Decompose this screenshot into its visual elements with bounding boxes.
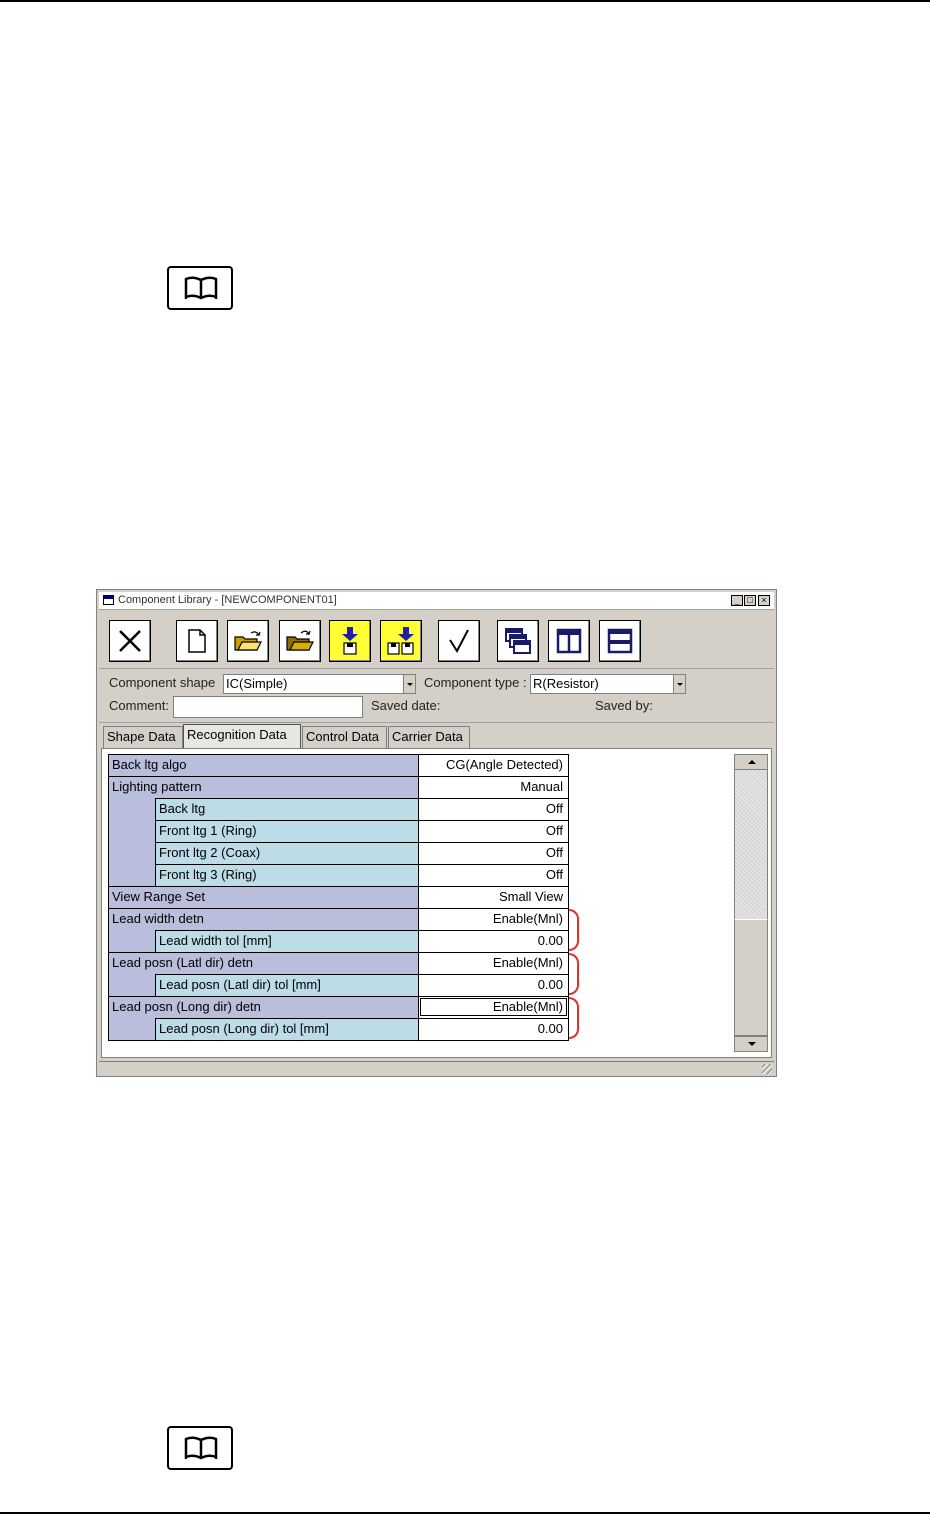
grid-row-name: Lead posn (Latl dir) detn bbox=[108, 952, 418, 974]
comment-label: Comment: bbox=[109, 698, 169, 713]
grid-row-name: Back ltg algo bbox=[108, 754, 418, 776]
component-shape-label: Component shape bbox=[109, 675, 216, 690]
grid-row[interactable]: Lead posn (Latl dir) tol [mm] 0.00 bbox=[108, 974, 569, 996]
grid-row-name: Front ltg 3 (Ring) bbox=[155, 864, 418, 886]
saved-by-label: Saved by: bbox=[595, 698, 653, 713]
title-bar: Component Library - [NEWCOMPONENT01] _ □… bbox=[99, 592, 774, 610]
new-file-icon bbox=[188, 629, 206, 653]
grid-row-value[interactable]: 0.00 bbox=[418, 1018, 569, 1040]
highlight-bracket bbox=[569, 953, 579, 995]
grid-row-value[interactable]: Manual bbox=[418, 776, 569, 798]
component-form: Component shape IC(Simple) Component typ… bbox=[99, 670, 774, 723]
save-all-button[interactable] bbox=[380, 620, 422, 662]
grid-row[interactable]: Lead posn (Long dir) tol [mm] 0.00 bbox=[108, 1018, 569, 1040]
scroll-thumb[interactable] bbox=[734, 919, 768, 1036]
grid-row[interactable]: Lead posn (Latl dir) detn Enable(Mnl) bbox=[108, 952, 569, 974]
toolbar bbox=[99, 612, 774, 669]
highlight-bracket bbox=[569, 997, 579, 1039]
open-folder-alt-button[interactable] bbox=[279, 620, 321, 662]
grid-row-value[interactable]: Off bbox=[418, 864, 569, 886]
grid-row[interactable]: Back ltg algo CG(Angle Detected) bbox=[108, 754, 569, 776]
tab-carrier-data[interactable]: Carrier Data bbox=[388, 726, 470, 748]
grid-row-name: View Range Set bbox=[108, 886, 418, 908]
comment-input[interactable] bbox=[173, 696, 363, 718]
component-shape-value: IC(Simple) bbox=[226, 676, 288, 691]
grid-row-value[interactable]: 0.00 bbox=[418, 974, 569, 996]
grid-row-value[interactable]: Off bbox=[418, 842, 569, 864]
saved-date-label: Saved date: bbox=[371, 698, 441, 713]
recognition-data-panel: Back ltg algo CG(Angle Detected) Lighting … bbox=[101, 748, 772, 1058]
grid-row-name: Lead posn (Long dir) tol [mm] bbox=[155, 1018, 418, 1040]
grid-row[interactable]: Lead width tol [mm] 0.00 bbox=[108, 930, 569, 952]
grid-row[interactable]: Lead posn (Long dir) detn Enable(Mnl) bbox=[108, 996, 569, 1018]
app-window-icon bbox=[103, 595, 114, 605]
component-library-window: Component Library - [NEWCOMPONENT01] _ □… bbox=[96, 589, 777, 1077]
tab-control-data[interactable]: Control Data bbox=[302, 726, 387, 748]
check-icon bbox=[449, 629, 469, 653]
chevron-down-icon[interactable] bbox=[403, 675, 415, 693]
grid-row-name: Lead width tol [mm] bbox=[155, 930, 418, 952]
grid-row-name: Lighting pattern bbox=[108, 776, 418, 798]
grid-row-value[interactable]: Enable(Mnl) bbox=[418, 952, 569, 974]
status-bar bbox=[99, 1061, 774, 1075]
book-reference-icon bbox=[167, 1426, 233, 1470]
grid-row[interactable]: Front ltg 3 (Ring) Off bbox=[108, 864, 569, 886]
tab-recognition-data[interactable]: Recognition Data bbox=[183, 724, 301, 749]
cascade-windows-button[interactable] bbox=[497, 620, 539, 662]
close-tool-button[interactable] bbox=[109, 620, 151, 662]
maximize-button[interactable]: □ bbox=[744, 595, 756, 606]
component-type-label: Component type : bbox=[424, 675, 527, 690]
vertical-scrollbar[interactable] bbox=[734, 754, 768, 1052]
window-title: Component Library - [NEWCOMPONENT01] bbox=[118, 594, 337, 606]
scroll-up-button[interactable] bbox=[734, 754, 768, 770]
component-type-value: R(Resistor) bbox=[533, 676, 599, 691]
grid-row-name: Front ltg 2 (Coax) bbox=[155, 842, 418, 864]
close-window-button[interactable]: × bbox=[758, 595, 770, 606]
page-bottom-rule bbox=[0, 1512, 930, 1514]
tab-shape-data[interactable]: Shape Data bbox=[103, 726, 183, 748]
grid-row[interactable]: Front ltg 1 (Ring) Off bbox=[108, 820, 569, 842]
grid-row[interactable]: Front ltg 2 (Coax) Off bbox=[108, 842, 569, 864]
grid-row-value[interactable]: Small View bbox=[418, 886, 569, 908]
component-type-select[interactable]: R(Resistor) bbox=[530, 674, 686, 694]
chevron-down-icon[interactable] bbox=[673, 675, 685, 693]
grid-row-name: Lead posn (Long dir) detn bbox=[108, 996, 418, 1018]
grid-row-name: Lead width detn bbox=[108, 908, 418, 930]
grid-row[interactable]: View Range Set Small View bbox=[108, 886, 569, 908]
grid-row-value[interactable]: Off bbox=[418, 820, 569, 842]
tile-horizontal-icon bbox=[607, 628, 633, 654]
save-icon bbox=[342, 627, 358, 655]
resize-grip-icon[interactable] bbox=[762, 1064, 772, 1074]
grid-bottom-border bbox=[108, 1040, 569, 1041]
minimize-button[interactable]: _ bbox=[731, 595, 743, 606]
scroll-down-button[interactable] bbox=[734, 1036, 768, 1052]
save-button[interactable] bbox=[329, 620, 371, 662]
grid-row-name: Front ltg 1 (Ring) bbox=[155, 820, 418, 842]
open-folder-alt-icon bbox=[286, 630, 314, 651]
grid-row-value[interactable]: Off bbox=[418, 798, 569, 820]
highlight-bracket bbox=[569, 909, 579, 951]
component-shape-select[interactable]: IC(Simple) bbox=[223, 674, 416, 694]
page-top-rule bbox=[0, 0, 930, 2]
open-folder-icon bbox=[234, 631, 262, 651]
close-tool-icon bbox=[119, 630, 141, 652]
grid-row-value[interactable]: Enable(Mnl) bbox=[418, 996, 569, 1018]
save-all-icon bbox=[387, 627, 414, 655]
check-button[interactable] bbox=[438, 620, 480, 662]
new-file-button[interactable] bbox=[176, 620, 218, 662]
cascade-windows-icon bbox=[505, 628, 531, 654]
book-reference-icon bbox=[167, 266, 233, 310]
grid-row[interactable]: Lead width detn Enable(Mnl) bbox=[108, 908, 569, 930]
grid-row-name: Back ltg bbox=[155, 798, 418, 820]
grid-row[interactable]: Lighting pattern Manual bbox=[108, 776, 569, 798]
grid-row-name: Lead posn (Latl dir) tol [mm] bbox=[155, 974, 418, 996]
grid-row-value[interactable]: Enable(Mnl) bbox=[418, 908, 569, 930]
grid-row-value[interactable]: CG(Angle Detected) bbox=[418, 754, 569, 776]
grid-row[interactable]: Back ltg Off bbox=[108, 798, 569, 820]
grid-row-value[interactable]: 0.00 bbox=[418, 930, 569, 952]
open-folder-button[interactable] bbox=[227, 620, 269, 662]
tile-vertical-button[interactable] bbox=[548, 620, 590, 662]
tile-vertical-icon bbox=[556, 628, 582, 654]
tile-horizontal-button[interactable] bbox=[599, 620, 641, 662]
